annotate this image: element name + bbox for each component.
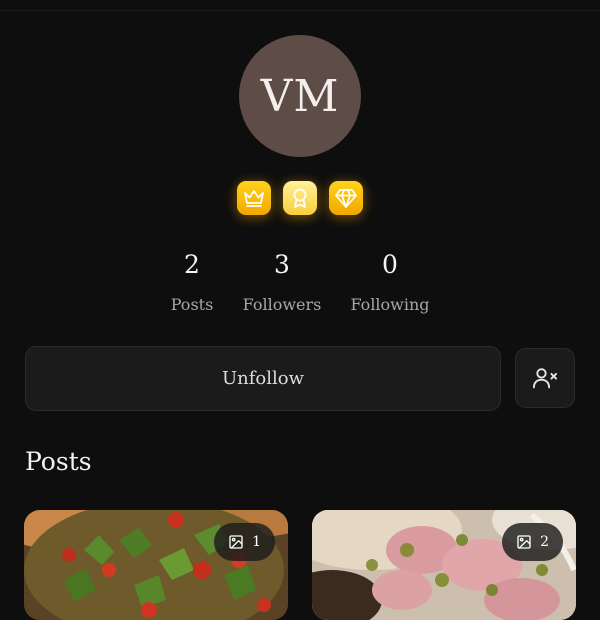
unfollow-button[interactable]: Unfollow <box>25 346 501 411</box>
image-icon <box>229 535 243 549</box>
avatar: VM <box>239 35 361 157</box>
award-badge[interactable] <box>283 181 317 215</box>
stat-following-value: 0 <box>382 250 398 279</box>
image-icon <box>517 535 531 549</box>
header-divider <box>0 10 600 11</box>
stat-following-label: Following <box>350 295 430 314</box>
post-2-count: 2 <box>540 534 549 550</box>
stat-following[interactable]: 0 Following <box>340 248 440 316</box>
posts-section-title: Posts <box>25 447 92 476</box>
stat-posts[interactable]: 2 Posts <box>142 248 242 316</box>
post-card-1[interactable]: 1 <box>24 510 288 620</box>
stat-followers-label: Followers <box>242 295 322 314</box>
stat-posts-label: Posts <box>170 295 214 314</box>
gem-icon <box>335 189 357 208</box>
crown-badge[interactable] <box>237 181 271 215</box>
avatar-initials: VM <box>260 70 340 122</box>
award-icon <box>293 188 307 208</box>
post-card-2[interactable]: 2 <box>312 510 576 620</box>
post-1-count: 1 <box>252 534 261 550</box>
stat-posts-value: 2 <box>184 250 200 279</box>
stat-followers[interactable]: 3 Followers <box>232 248 332 316</box>
crown-icon <box>244 190 264 207</box>
stat-followers-value: 3 <box>274 250 290 279</box>
gem-badge[interactable] <box>329 181 363 215</box>
remove-follower-button[interactable] <box>515 348 575 408</box>
unfollow-label: Unfollow <box>221 368 305 389</box>
user-x-icon <box>532 368 558 389</box>
post-2-image-count: 2 <box>502 523 563 561</box>
post-1-image-count: 1 <box>214 523 275 561</box>
